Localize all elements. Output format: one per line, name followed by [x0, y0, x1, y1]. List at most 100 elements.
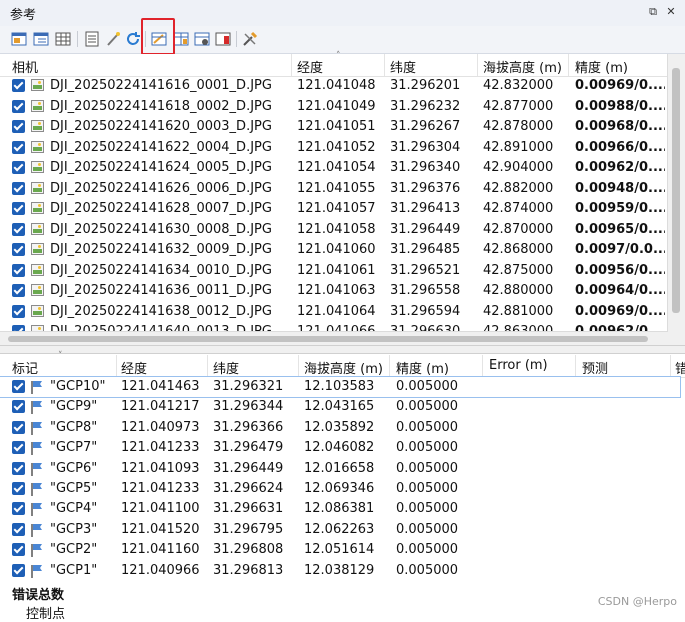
camera-row[interactable]: DJI_20250224141616_0001_D.JPG 121.041048 3… — [0, 76, 668, 96]
marker-cell-alt: 12.103583 — [304, 379, 375, 394]
camera-cell-acc: 0.00969/0.... — [575, 303, 665, 319]
col-lat[interactable]: 纬度 — [213, 358, 239, 377]
col-acc[interactable]: 精度 (m) — [575, 57, 628, 76]
camera-row[interactable]: DJI_20250224141626_0006_D.JPG 121.041055 3… — [0, 179, 668, 199]
camera-row[interactable]: DJI_20250224141636_0011_D.JPG 121.041063 3… — [0, 281, 668, 301]
camera-row[interactable]: DJI_20250224141638_0012_D.JPG 121.041064 3… — [0, 302, 668, 322]
list-icon[interactable] — [83, 30, 101, 48]
marker-row[interactable]: "GCP4" 121.041100 31.296631 12.086381 0.0050… — [0, 499, 680, 519]
save-icon[interactable] — [214, 30, 232, 48]
marker-cell-acc: 0.005000 — [396, 440, 459, 456]
marker-cell-name: "GCP3" — [50, 521, 98, 537]
summary-title[interactable]: 错误总数 — [12, 584, 64, 603]
marker-row[interactable]: "GCP6" 121.041093 31.296449 12.016658 0.0050… — [0, 459, 680, 479]
camera-checkbox[interactable] — [12, 243, 25, 256]
camera-checkbox[interactable] — [12, 140, 25, 154]
settings-table-icon[interactable] — [193, 30, 211, 48]
camera-checkbox[interactable] — [12, 284, 25, 297]
marker-checkbox[interactable] — [12, 482, 25, 495]
camera-row[interactable]: DJI_20250224141632_0009_D.JPG 121.041060 3… — [0, 240, 668, 260]
camera-row[interactable]: DJI_20250224141622_0004_D.JPG 121.041052 3… — [0, 138, 668, 158]
marker-cell-acc: 0.005000 — [396, 399, 459, 415]
col-camera[interactable]: 相机 — [12, 57, 38, 76]
marker-checkbox[interactable] — [12, 502, 25, 516]
pin-icon[interactable]: ⧉ — [646, 5, 660, 19]
marker-row[interactable]: "GCP1" 121.040966 31.296813 12.038129 0.0050… — [0, 561, 680, 581]
marker-checkbox[interactable] — [12, 441, 25, 455]
col-acc[interactable]: 精度 (m) — [396, 358, 449, 377]
camera-checkbox[interactable] — [12, 181, 25, 195]
hscrollbar-thumb[interactable] — [8, 336, 648, 342]
camera-cell-name: DJI_20250224141632_0009_D.JPG — [50, 242, 272, 257]
tools-icon[interactable] — [241, 30, 259, 48]
marker-checkbox[interactable] — [12, 380, 25, 393]
watermark: CSDN @Herpo — [597, 595, 677, 608]
cameras-scrollbar[interactable] — [667, 54, 685, 345]
marker-row[interactable]: "GCP5" 121.041233 31.296624 12.069346 0.0050… — [0, 479, 680, 499]
camera-cell-alt: 42.874000 — [483, 201, 554, 216]
wand-icon[interactable] — [104, 30, 122, 48]
summary-sub[interactable]: 控制点 — [26, 603, 65, 622]
camera-cell-alt: 42.882000 — [483, 180, 554, 196]
marker-row[interactable]: "GCP3" 121.041520 31.296795 12.062263 0.0050… — [0, 520, 680, 540]
camera-cell-acc: 0.00966/0.... — [575, 139, 665, 155]
refresh-icon[interactable] — [124, 30, 142, 48]
marker-checkbox[interactable] — [12, 400, 25, 414]
marker-checkbox[interactable] — [12, 522, 25, 536]
marker-cell-acc: 0.005000 — [396, 521, 459, 537]
camera-cell-lat: 31.296201 — [390, 78, 461, 93]
col-more[interactable]: 错 — [675, 358, 685, 377]
cameras-hscrollbar[interactable] — [0, 331, 668, 346]
camera-cell-lon: 121.041058 — [297, 221, 376, 237]
scrollbar-thumb[interactable] — [672, 68, 680, 313]
camera-checkbox[interactable] — [12, 99, 25, 113]
camera-checkbox[interactable] — [12, 161, 25, 174]
marker-row[interactable]: "GCP10" 121.041463 31.296321 12.103583 0.005… — [0, 375, 681, 399]
camera-cell-alt: 42.878000 — [483, 119, 554, 134]
col-error[interactable]: Error (m) — [489, 358, 548, 373]
marker-checkbox[interactable] — [12, 543, 25, 557]
col-lon[interactable]: 经度 — [297, 57, 323, 76]
col-lon[interactable]: 经度 — [121, 358, 147, 377]
camera-checkbox[interactable] — [12, 304, 25, 318]
marker-checkbox[interactable] — [12, 563, 25, 577]
close-icon[interactable]: ✕ — [664, 5, 678, 19]
camera-cell-lat: 31.296449 — [390, 221, 461, 237]
camera-checkbox[interactable] — [12, 202, 25, 215]
col-alt[interactable]: 海拔高度 (m) — [304, 358, 383, 377]
marker-checkbox[interactable] — [12, 420, 25, 434]
export-icon[interactable] — [32, 30, 50, 48]
marker-checkbox[interactable] — [12, 461, 25, 475]
image-icon — [31, 222, 44, 235]
col-alt[interactable]: 海拔高度 (m) — [483, 57, 562, 76]
toolbar-separator — [77, 31, 78, 47]
marker-row[interactable]: "GCP9" 121.041217 31.296344 12.043165 0.0050… — [0, 397, 680, 417]
camera-row[interactable]: DJI_20250224141628_0007_D.JPG 121.041057 3… — [0, 199, 668, 219]
table-icon[interactable] — [54, 30, 72, 48]
camera-checkbox[interactable] — [12, 263, 25, 277]
camera-cell-name: DJI_20250224141638_0012_D.JPG — [50, 303, 272, 319]
col-predict[interactable]: 预测 — [582, 358, 608, 377]
col-lat[interactable]: 纬度 — [390, 57, 416, 76]
marker-row[interactable]: "GCP8" 121.040973 31.296366 12.035892 0.0050… — [0, 418, 680, 438]
camera-row[interactable]: DJI_20250224141630_0008_D.JPG 121.041058 3… — [0, 220, 668, 240]
marker-row[interactable]: "GCP2" 121.041160 31.296808 12.051614 0.0050… — [0, 540, 680, 560]
camera-cell-acc: 0.00962/0.... — [575, 160, 665, 175]
camera-cell-name: DJI_20250224141618_0002_D.JPG — [50, 98, 272, 114]
import-icon[interactable] — [10, 30, 28, 48]
marker-cell-alt: 12.062263 — [304, 521, 375, 537]
camera-checkbox[interactable] — [12, 79, 25, 92]
camera-row[interactable]: DJI_20250224141618_0002_D.JPG 121.041049 3… — [0, 97, 668, 117]
camera-cell-lat: 31.296485 — [390, 242, 461, 257]
camera-cell-acc: 0.00968/0.... — [575, 119, 665, 134]
camera-checkbox[interactable] — [12, 222, 25, 236]
marker-row[interactable]: "GCP7" 121.041233 31.296479 12.046082 0.0050… — [0, 438, 680, 458]
camera-row[interactable]: DJI_20250224141624_0005_D.JPG 121.041054 3… — [0, 158, 668, 178]
camera-checkbox[interactable] — [12, 120, 25, 133]
camera-row[interactable]: DJI_20250224141634_0010_D.JPG 121.041061 3… — [0, 261, 668, 281]
camera-cell-acc: 0.00964/0.... — [575, 283, 665, 298]
pane-splitter[interactable] — [0, 345, 685, 354]
col-marker[interactable]: 标记 — [12, 358, 38, 377]
camera-row[interactable]: DJI_20250224141620_0003_D.JPG 121.041051 3… — [0, 117, 668, 137]
flag-icon — [31, 462, 42, 476]
